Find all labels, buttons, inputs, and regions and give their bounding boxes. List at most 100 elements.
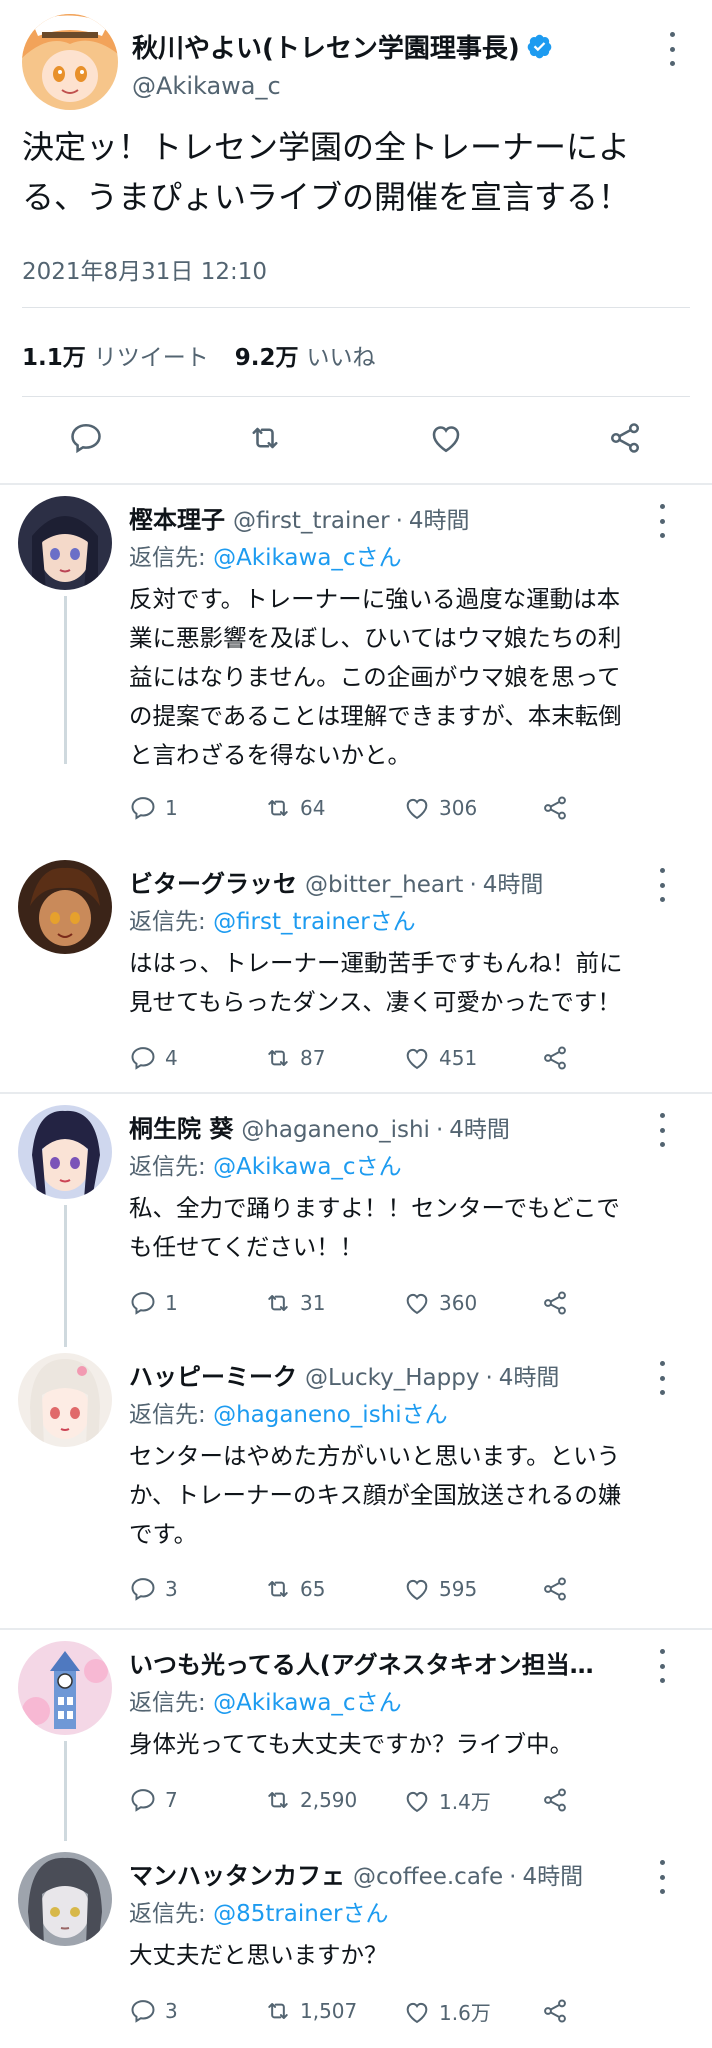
reply-to: 返信先: @Akikawa_cさん (129, 538, 402, 572)
reply-author-name[interactable]: ビターグラッセ (129, 864, 297, 899)
reply-to-label: 返信先: (129, 1690, 214, 1716)
reply-actions: 3 1,507 1.6万 (129, 1997, 579, 2029)
share-icon (544, 1046, 566, 1070)
more-options-icon[interactable] (652, 1649, 672, 1683)
reply-button[interactable]: 1 (129, 794, 178, 822)
like-button[interactable]: 595 (403, 1575, 477, 1603)
reply-to-mention[interactable]: @Akikawa_cさん (213, 1154, 402, 1180)
reply-button[interactable]: 7 (129, 1786, 178, 1814)
reply-author-handle[interactable]: @Lucky_Happy (305, 1365, 479, 1391)
avatar[interactable] (18, 860, 112, 954)
reply-to-mention[interactable]: @85trainerさん (213, 1901, 388, 1927)
more-options-icon[interactable] (652, 1860, 672, 1894)
reply-author-handle[interactable]: @first_trainer (233, 508, 390, 534)
reply-to-mention[interactable]: @Akikawa_cさん (213, 545, 402, 571)
retweet-button[interactable]: 2,590 (264, 1786, 357, 1814)
more-options-icon[interactable] (662, 32, 682, 66)
reply-to-label: 返信先: (129, 909, 214, 935)
reply-actions: 1 31 360 (129, 1289, 579, 1321)
reply-time[interactable]: 4時間 (499, 1358, 560, 1392)
reply-time[interactable]: 4時間 (522, 1857, 583, 1891)
reply-header: 桐生院 葵 @haganeno_ishi · 4時間 (129, 1109, 649, 1144)
like-icon (406, 1293, 428, 1315)
more-options-icon[interactable] (652, 1113, 672, 1147)
retweet-button[interactable]: 65 (264, 1575, 325, 1603)
share-icon[interactable] (607, 420, 643, 456)
retweet-icon (268, 1581, 288, 1597)
reply-actions: 4 87 451 (129, 1044, 579, 1076)
author-handle[interactable]: @Akikawa_c (132, 72, 281, 100)
retweet-button[interactable]: 87 (264, 1044, 325, 1072)
reply-to-mention[interactable]: @haganeno_ishiさん (213, 1402, 448, 1428)
reply-author-name[interactable]: いつも光ってる人(アグネスタキオン担当… (129, 1645, 594, 1680)
more-options-icon[interactable] (652, 868, 672, 902)
reply-author-name[interactable]: マンハッタンカフェ (129, 1856, 345, 1891)
retweet-count[interactable]: 1.1万 (22, 338, 86, 372)
retweet-button[interactable]: 64 (264, 794, 325, 822)
share-icon (544, 1291, 566, 1315)
reply-text: 大丈夫だと思いますか？ (129, 1936, 669, 1975)
share-button[interactable] (541, 794, 569, 822)
reply-to-label: 返信先: (129, 1901, 214, 1927)
reply-author-handle[interactable]: @coffee.cafe (353, 1864, 503, 1890)
reply-to-mention[interactable]: @Akikawa_cさん (213, 1690, 402, 1716)
thread-divider (0, 1628, 712, 1630)
reply-author-name[interactable]: ハッピーミーク (129, 1357, 297, 1392)
reply-icon[interactable] (68, 420, 104, 456)
share-button[interactable] (541, 1289, 569, 1317)
reply-count: 3 (165, 1577, 178, 1601)
reply-time[interactable]: 4時間 (409, 501, 470, 535)
avatar[interactable] (18, 1852, 112, 1946)
like-label[interactable]: いいね (307, 338, 376, 372)
retweet-icon (268, 1792, 288, 1808)
share-button[interactable] (541, 1575, 569, 1603)
like-icon[interactable] (428, 420, 464, 456)
like-button[interactable]: 306 (403, 794, 477, 822)
reply-author-handle[interactable]: @haganeno_ishi (241, 1117, 430, 1143)
share-button[interactable] (541, 1997, 569, 2025)
separator: · (395, 508, 403, 534)
avatar[interactable] (18, 496, 112, 590)
retweet-button[interactable]: 1,507 (264, 1997, 357, 2025)
retweet-count: 31 (300, 1291, 326, 1315)
reply-time[interactable]: 4時間 (449, 1110, 510, 1144)
reply-button[interactable]: 4 (129, 1044, 178, 1072)
reply-to-mention[interactable]: @first_trainerさん (213, 909, 416, 935)
like-count[interactable]: 9.2万 (235, 338, 299, 372)
reply-author-name[interactable]: 樫本理子 (129, 500, 225, 535)
reply-button[interactable]: 1 (129, 1289, 178, 1317)
more-options-icon[interactable] (652, 504, 672, 538)
reply-icon (131, 1292, 155, 1315)
avatar[interactable] (18, 1641, 112, 1735)
more-options-icon[interactable] (652, 1361, 672, 1395)
reply-button[interactable]: 3 (129, 1997, 178, 2025)
reply-text-line: の提案であることは理解できますが、本末転倒 (129, 702, 622, 730)
share-button[interactable] (541, 1044, 569, 1072)
share-button[interactable] (541, 1786, 569, 1814)
retweet-icon[interactable] (247, 420, 283, 456)
retweet-label[interactable]: リツイート (94, 338, 209, 372)
retweet-button[interactable]: 31 (264, 1289, 325, 1317)
author-display-name[interactable]: 秋川やよい(トレセン学園理事長) (132, 28, 553, 65)
like-button[interactable]: 1.6万 (403, 1997, 491, 2026)
retweet-icon (268, 2003, 288, 2019)
reply-button[interactable]: 3 (129, 1575, 178, 1603)
reply-author-name[interactable]: 桐生院 葵 (129, 1109, 233, 1144)
avatar[interactable] (18, 1105, 112, 1199)
tweet-timestamp[interactable]: 2021年8月31日 12:10 (22, 252, 267, 286)
reply-text-line: と言わざるを得ないかと。 (129, 741, 411, 769)
reply-icon (131, 797, 155, 820)
retweet-count: 1,507 (300, 1999, 358, 2023)
avatar[interactable] (18, 1353, 112, 1447)
main-avatar[interactable] (22, 14, 118, 110)
separator: · (485, 1365, 493, 1391)
reply-icon (131, 1578, 155, 1601)
reply-actions: 3 65 595 (129, 1575, 579, 1607)
like-count: 451 (439, 1046, 478, 1070)
retweet-count: 2,590 (300, 1788, 358, 1812)
reply-author-handle[interactable]: @bitter_heart (305, 872, 463, 898)
reply-time[interactable]: 4時間 (483, 865, 544, 899)
like-button[interactable]: 360 (403, 1289, 477, 1317)
like-button[interactable]: 451 (403, 1044, 477, 1072)
like-button[interactable]: 1.4万 (403, 1786, 491, 1815)
